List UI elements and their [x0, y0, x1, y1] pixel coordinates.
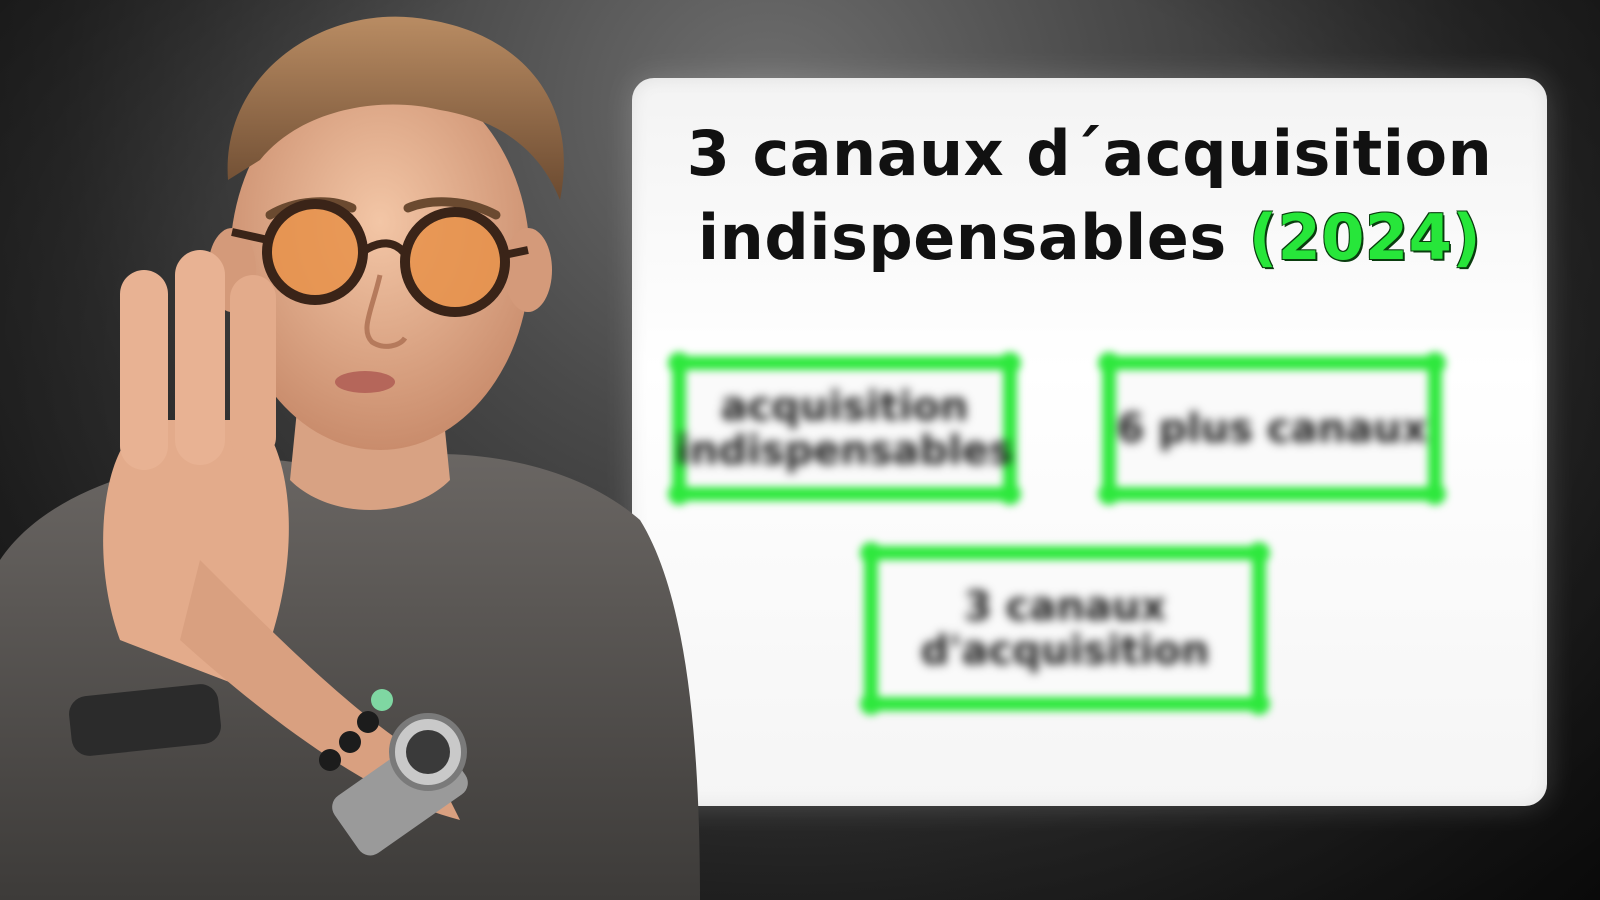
board-title: 3 canaux d´acquisition indispensables (2…	[632, 112, 1547, 280]
right-ear	[504, 228, 552, 312]
green-box-1: acquisition indispensables	[668, 352, 1021, 505]
mouth	[335, 371, 395, 393]
presenter-illustration	[0, 16, 700, 900]
board-title-year: (2024)	[1248, 201, 1482, 274]
green-box-3: 3 canaux d'acquisition	[860, 542, 1270, 715]
green-box-2: 6 plus canaux	[1098, 352, 1446, 505]
board-title-prefix: indispensables	[697, 201, 1249, 274]
board-title-line-1: 3 canaux d´acquisition	[686, 117, 1493, 190]
board-title-line-2: indispensables (2024)	[632, 196, 1547, 280]
green-box-1-text: acquisition indispensables	[676, 383, 1013, 474]
green-box-3-text: 3 canaux d'acquisition	[920, 583, 1210, 674]
green-box-2-text: 6 plus canaux	[1116, 405, 1428, 452]
whiteboard-card: 3 canaux d´acquisition indispensables (2…	[632, 78, 1547, 806]
